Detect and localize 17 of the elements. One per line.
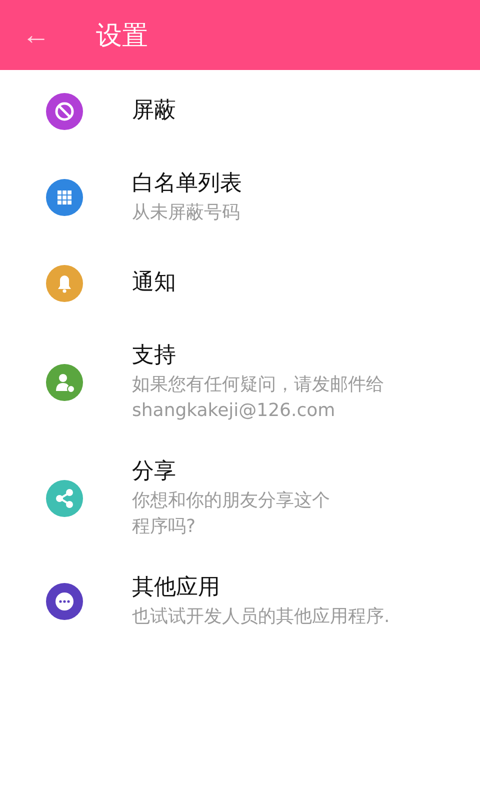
share-icon[interactable] [46,480,83,516]
grid-icon[interactable] [46,178,83,216]
setting-title[interactable]: 屏蔽 [132,95,176,127]
setting-title[interactable]: 通知 [132,267,176,299]
setting-title[interactable]: 白名单列表 [132,168,242,200]
support-person-icon[interactable] [46,364,83,400]
more-icon[interactable] [46,582,83,620]
setting-title[interactable]: 其他应用 [132,572,390,604]
setting-description: 也试试开发人员的其他应用程序. [132,605,390,629]
screen-title: 设置 [96,20,148,52]
setting-title[interactable]: 分享 [132,456,341,488]
setting-description: 如果您有任何疑问，请发邮件给shangkakeji@126.com [132,373,385,423]
setting-description: 你想和你的朋友分享这个程序吗? [132,489,331,539]
setting-title[interactable]: 支持 [132,340,402,372]
block-icon[interactable] [46,92,83,130]
bell-icon[interactable] [46,264,83,302]
setting-description: 从未屏蔽号码 [132,201,241,225]
